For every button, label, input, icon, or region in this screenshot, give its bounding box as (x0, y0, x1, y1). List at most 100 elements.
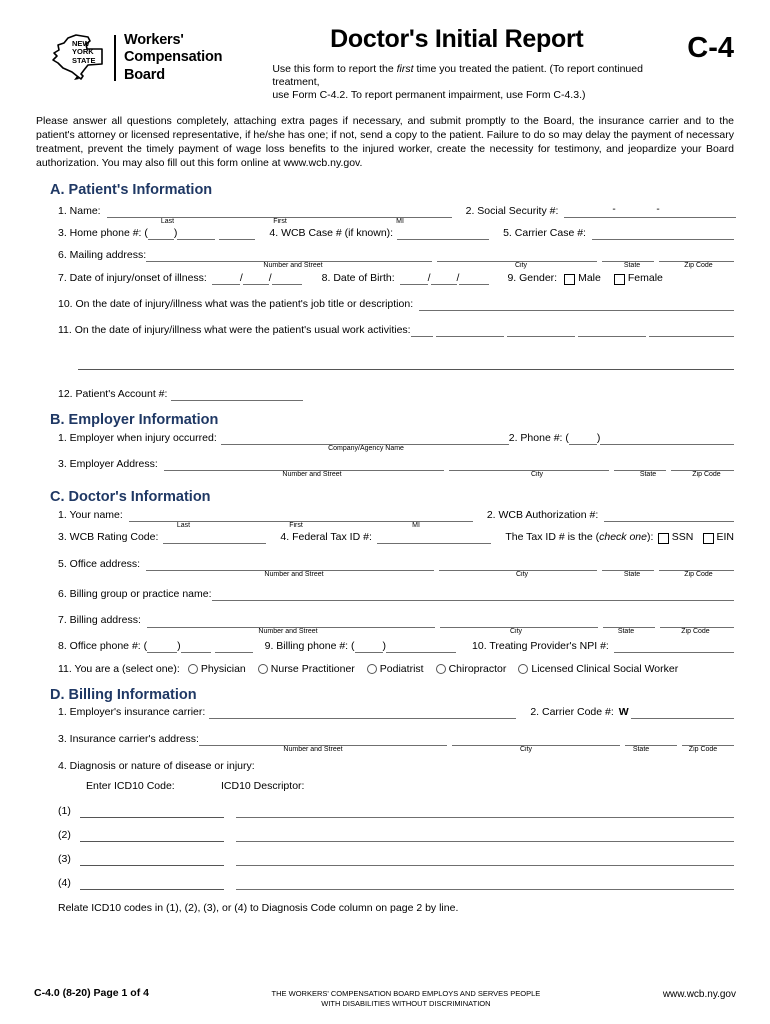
radio-nurse-practitioner[interactable] (257, 664, 268, 675)
label-carrier-case: 5. Carrier Case #: (503, 226, 586, 239)
label-social-security: 2. Social Security #: (465, 204, 559, 217)
radio-licensed-clinical-social-worker[interactable] (518, 664, 529, 675)
section-b-body: 1. Employer when injury occurred: 2. Pho… (0, 432, 770, 478)
input-office-city[interactable] (439, 558, 598, 572)
caption-billing-city: City (509, 627, 523, 635)
input-employer-street[interactable] (163, 458, 444, 472)
input-mailing-city[interactable] (437, 249, 598, 262)
label-billing-group: 6. Billing group or practice name: (58, 588, 212, 601)
input-billing-group[interactable] (211, 588, 734, 602)
input-injury-day[interactable] (242, 273, 269, 285)
input-icd-code-3[interactable] (80, 853, 224, 867)
input-employer-city[interactable] (448, 458, 609, 472)
input-wcb-rating-code[interactable] (163, 531, 267, 545)
input-icd-code-2[interactable] (80, 829, 224, 842)
input-icd-descriptor-4[interactable] (236, 877, 734, 891)
label-work-activities: 11. On the date of injury/illness what w… (58, 323, 411, 336)
form-footer: C-4.0 (8-20) Page 1 of 4 THE WORKERS' CO… (0, 987, 770, 1008)
checkbox-gender-male[interactable] (564, 273, 576, 285)
input-carrier-case[interactable] (591, 227, 734, 240)
input-patient-name[interactable] (106, 205, 452, 218)
input-employer-phone-number[interactable] (600, 432, 734, 446)
radio-podiatrist[interactable] (366, 664, 377, 675)
input-injury-month[interactable] (211, 273, 240, 285)
input-npi[interactable] (613, 640, 734, 653)
input-wcb-case[interactable] (397, 227, 490, 240)
checkbox-tax-id-ein[interactable] (702, 533, 714, 545)
radio-physician[interactable] (187, 664, 198, 675)
input-billing-street[interactable] (146, 615, 435, 628)
input-carrier-state[interactable] (624, 733, 677, 746)
input-icd-code-4[interactable] (80, 877, 224, 891)
input-employer-zip[interactable] (670, 458, 734, 472)
input-injury-year[interactable] (271, 273, 302, 285)
input-home-phone-prefix[interactable] (177, 227, 216, 240)
input-office-phone-area[interactable] (147, 640, 178, 653)
checkbox-tax-id-ssn[interactable] (658, 533, 669, 545)
input-work-activities-a[interactable] (410, 324, 433, 337)
input-icd-code-1[interactable] (80, 805, 224, 818)
input-doctor-name[interactable] (128, 509, 473, 523)
icd-row-2: (2) (58, 829, 734, 842)
input-office-zip[interactable] (659, 558, 734, 572)
input-employer-state[interactable] (613, 458, 666, 472)
label-physician: Physician (200, 662, 246, 675)
input-birth-day[interactable] (430, 273, 457, 285)
input-office-street[interactable] (146, 558, 435, 572)
label-nurse-practitioner: Nurse Practitioner (270, 662, 355, 675)
input-icd-descriptor-1[interactable] (236, 805, 734, 818)
form-page: NEW YORK STATE Workers' Compensation Boa… (0, 0, 770, 1024)
input-billing-phone-area[interactable] (354, 640, 383, 653)
input-home-phone-area[interactable] (147, 227, 174, 240)
ssn-dash-2: - (656, 203, 660, 215)
input-office-phone-prefix[interactable] (180, 640, 211, 653)
input-home-phone-line[interactable] (219, 227, 256, 240)
label-male: Male (578, 271, 601, 284)
input-job-title[interactable] (419, 298, 734, 311)
row-employer-name: 1. Employer when injury occurred: 2. Pho… (58, 432, 734, 446)
input-work-activities-line2[interactable] (78, 357, 734, 370)
label-icd-code-header: Enter ICD10 Code: (86, 779, 175, 792)
input-carrier-street[interactable] (198, 733, 447, 746)
input-wcb-authorization[interactable] (604, 509, 734, 523)
input-carrier-code[interactable] (630, 706, 734, 719)
input-billing-phone-number[interactable] (386, 640, 457, 653)
label-npi: 10. Treating Provider's NPI #: (472, 639, 609, 652)
input-work-activities-b[interactable] (435, 324, 504, 337)
input-icd-descriptor-3[interactable] (236, 853, 734, 867)
input-office-state[interactable] (602, 558, 655, 572)
input-billing-state[interactable] (602, 615, 655, 628)
checkbox-gender-female[interactable] (613, 273, 625, 285)
row-doctor-name: 1. Your name: 2. WCB Authorization #: (58, 509, 734, 523)
row-patient-account: 12. Patient's Account #: (58, 388, 734, 402)
input-work-activities-e[interactable] (648, 324, 734, 337)
caption-billing-number-street: Number and Street (258, 627, 318, 635)
input-carrier-zip[interactable] (681, 733, 734, 746)
input-federal-tax-id[interactable] (376, 531, 492, 545)
input-mailing-state[interactable] (602, 249, 655, 262)
input-employer-phone-area[interactable] (568, 432, 597, 446)
input-patient-account[interactable] (171, 388, 304, 402)
input-work-activities-c[interactable] (506, 324, 575, 337)
label-carrier-code: 2. Carrier Code #: (530, 705, 614, 718)
input-birth-month[interactable] (399, 273, 428, 285)
icd-row-4: (4) (58, 877, 734, 891)
carrier-code-prefix: W (618, 705, 629, 718)
input-carrier-city[interactable] (451, 733, 620, 746)
input-billing-city[interactable] (439, 615, 598, 628)
footer-statement-line-2: WITH DISABILITIES WITHOUT DISCRIMINATION (321, 998, 491, 1008)
input-icd-descriptor-2[interactable] (236, 829, 734, 842)
form-header: NEW YORK STATE Workers' Compensation Boa… (0, 0, 770, 103)
input-social-security[interactable] (564, 205, 737, 218)
radio-chiropractor[interactable] (435, 664, 446, 675)
input-employer-name[interactable] (220, 432, 509, 446)
input-work-activities-d[interactable] (577, 324, 646, 337)
caption-office-city: City (515, 571, 529, 579)
input-mailing-street[interactable] (146, 249, 433, 262)
input-birth-year[interactable] (459, 273, 490, 285)
input-billing-zip[interactable] (659, 615, 734, 628)
tax-id-type-suffix: ): (646, 531, 654, 544)
input-mailing-zip[interactable] (659, 249, 734, 262)
input-insurance-carrier[interactable] (209, 706, 517, 719)
input-office-phone-line[interactable] (214, 640, 253, 653)
